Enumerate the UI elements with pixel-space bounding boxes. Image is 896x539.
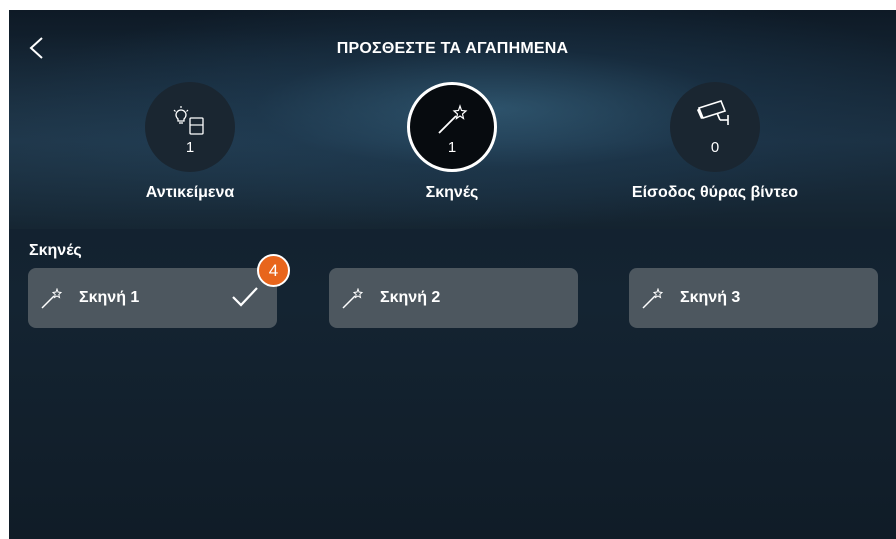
category-objects-circle: 1 (145, 82, 235, 172)
scene-tile-3[interactable]: Σκηνή 3 (629, 268, 878, 328)
category-video-door-entry[interactable]: 0 Είσοδος θύρας βίντεο (590, 82, 840, 202)
category-objects-label: Αντικείμενα (145, 184, 235, 201)
scene-tile-2[interactable]: Σκηνή 2 (329, 268, 578, 328)
scene-tile-2-label: Σκηνή 2 (380, 289, 441, 306)
category-video-door-entry-count: 0 (710, 139, 720, 156)
magic-wand-icon (642, 288, 664, 309)
category-objects[interactable]: 1 Αντικείμενα (65, 82, 315, 202)
step-callout-badge: 4 (257, 254, 290, 287)
category-scenes-count: 1 (447, 139, 457, 156)
magic-wand-icon (342, 288, 364, 309)
category-scenes-label: Σκηνές (425, 184, 479, 201)
magic-wand-icon (41, 288, 63, 309)
category-scenes-circle: 1 (407, 82, 497, 172)
security-camera-icon (697, 100, 729, 125)
category-scenes[interactable]: 1 Σκηνές (327, 82, 577, 202)
scene-tile-1[interactable]: Σκηνή 1 (28, 268, 277, 328)
section-title: Σκηνές (29, 242, 82, 259)
checkmark-icon (232, 287, 258, 307)
lightbulb-switch-icon (173, 106, 204, 135)
category-objects-count: 1 (185, 139, 195, 156)
magic-wand-icon (438, 104, 468, 134)
page-title: ΠΡΟΣΘΕΣΤΕ ΤΑ ΑΓΑΠΗΜΕΝΑ (336, 40, 569, 57)
scene-tile-1-label: Σκηνή 1 (79, 289, 140, 306)
header: ΠΡΟΣΘΕΣΤΕ ΤΑ ΑΓΑΠΗΜΕΝΑ 1 Αντικείμενα 1 Σ… (9, 10, 896, 229)
scene-tile-3-label: Σκηνή 3 (680, 289, 741, 306)
category-video-door-entry-label: Είσοδος θύρας βίντεο (631, 184, 799, 201)
category-video-door-entry-circle: 0 (670, 82, 760, 172)
app-screen: ΠΡΟΣΘΕΣΤΕ ΤΑ ΑΓΑΠΗΜΕΝΑ 1 Αντικείμενα 1 Σ… (9, 10, 896, 539)
